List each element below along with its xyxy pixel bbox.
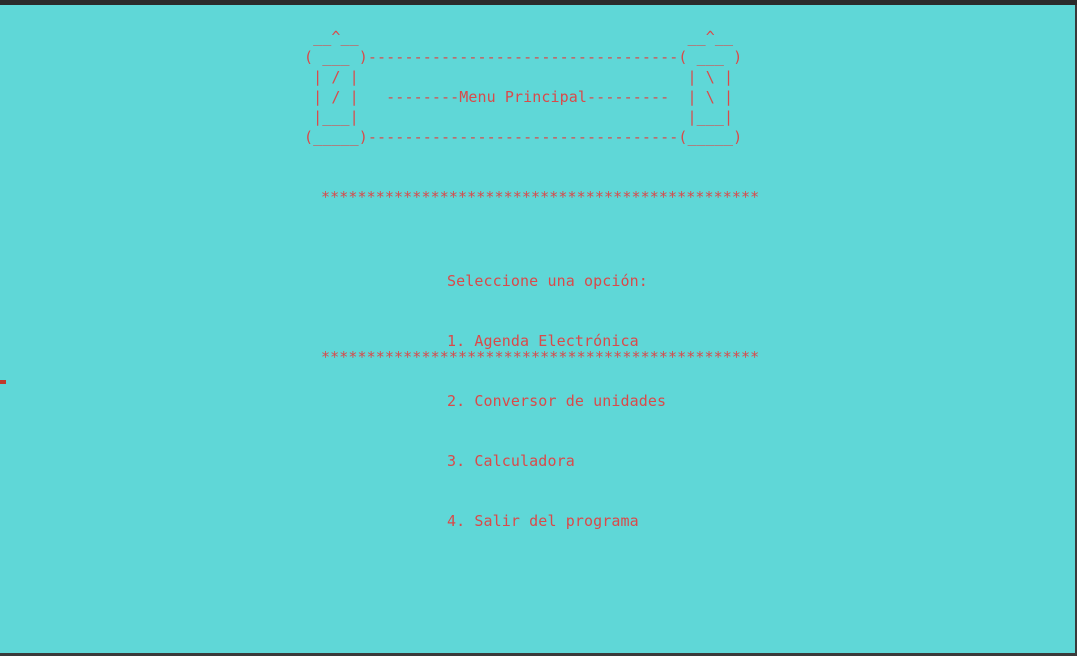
- banner-line: | / | | \ |: [304, 68, 734, 86]
- banner-title-line: | / | --------Menu Principal--------- | …: [304, 88, 734, 106]
- banner-line: __^__ __^__: [304, 28, 734, 46]
- text-cursor[interactable]: [0, 380, 6, 384]
- banner-line: ( ___ )---------------------------------…: [304, 48, 743, 66]
- menu-prompt: Seleccione una opción:: [447, 272, 648, 290]
- menu-option-calculadora: 3. Calculadora: [447, 452, 575, 470]
- menu-options: Seleccione una opción: 1. Agenda Electró…: [447, 231, 666, 571]
- console-window[interactable]: __^__ __^__ ( ___ )----------------------…: [0, 5, 1077, 656]
- menu-option-conversor: 2. Conversor de unidades: [447, 392, 667, 410]
- menu-option-salir: 4. Salir del programa: [447, 512, 639, 530]
- banner-line: |___| |___|: [304, 108, 734, 126]
- separator-top: ****************************************…: [321, 188, 760, 206]
- banner-line: (_____)---------------------------------…: [304, 128, 743, 146]
- separator-bottom: ****************************************…: [321, 348, 760, 366]
- menu-banner: __^__ __^__ ( ___ )----------------------…: [304, 27, 742, 147]
